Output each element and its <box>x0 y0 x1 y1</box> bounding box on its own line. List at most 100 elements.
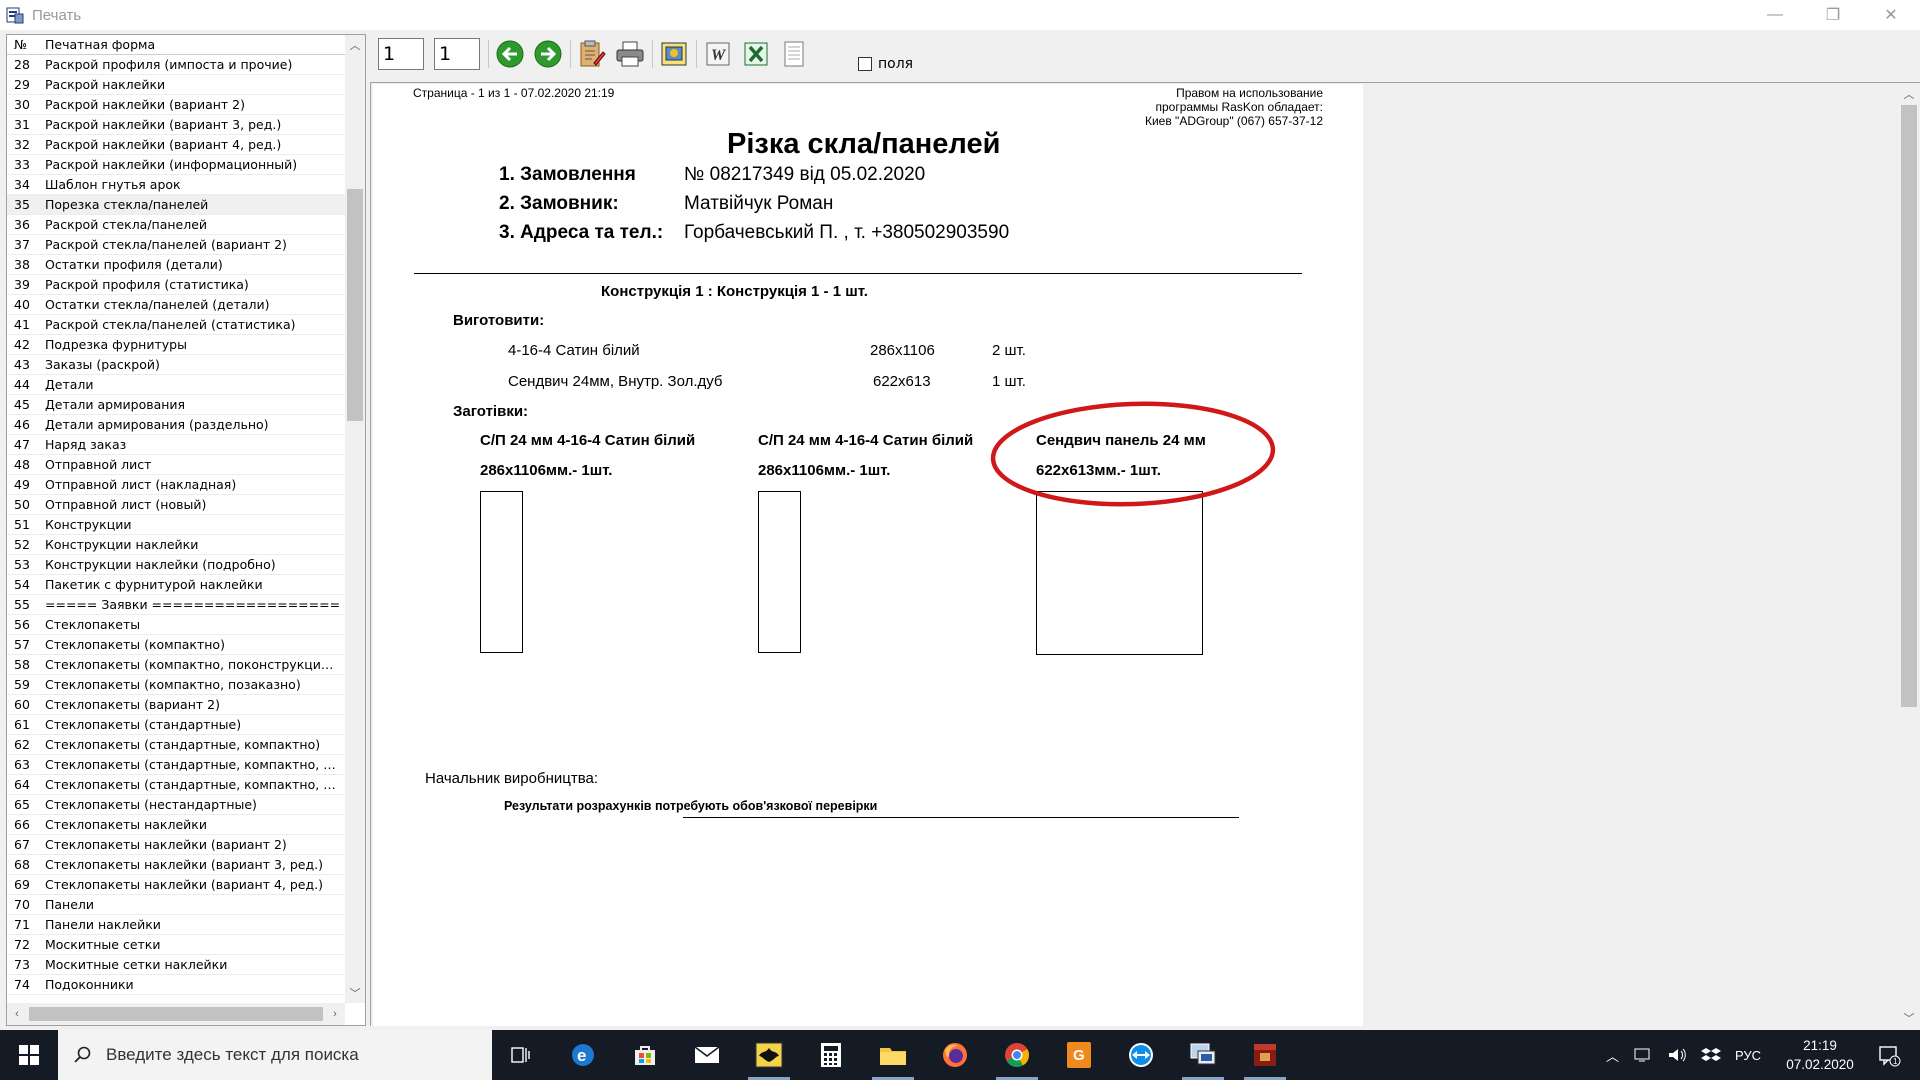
store-icon[interactable] <box>616 1030 674 1080</box>
preview-scroll-down-icon[interactable]: ﹀ <box>1898 1009 1920 1027</box>
list-item[interactable]: 68 Стеклопакеты наклейки (вариант 3, ред.… <box>7 855 345 875</box>
list-item-name: Стеклопакеты (вариант 2) <box>45 697 220 712</box>
list-hscroll-thumb[interactable] <box>29 1007 323 1021</box>
word-export-icon[interactable]: W <box>700 36 736 72</box>
language-indicator[interactable]: РУС <box>1735 1048 1761 1063</box>
task-view-icon[interactable] <box>492 1030 550 1080</box>
list-item[interactable]: 62 Стеклопакеты (стандартные, компактно) <box>7 735 345 755</box>
next-page-arrow-icon[interactable] <box>530 36 566 72</box>
page-to-input[interactable]: 1 <box>434 38 480 70</box>
archive-app-icon[interactable] <box>1236 1030 1294 1080</box>
list-item[interactable]: 69 Стеклопакеты наклейки (вариант 4, ред.… <box>7 875 345 895</box>
list-item[interactable]: 38 Остатки профиля (детали) <box>7 255 345 275</box>
list-item[interactable]: 40 Остатки стекла/панелей (детали) <box>7 295 345 315</box>
list-item[interactable]: 74 Подоконники <box>7 975 345 995</box>
clipboard-edit-icon[interactable] <box>574 36 610 72</box>
list-item[interactable]: 47 Наряд заказ <box>7 435 345 455</box>
list-item[interactable]: 54 Пакетик с фурнитурой наклейки <box>7 575 345 595</box>
firefox-icon[interactable] <box>926 1030 984 1080</box>
preview-scroll-up-icon[interactable]: ︿ <box>1898 85 1920 103</box>
list-item[interactable]: 61 Стеклопакеты (стандартные) <box>7 715 345 735</box>
scroll-left-icon[interactable]: ‹ <box>7 1003 27 1025</box>
list-item[interactable]: 73 Москитные сетки наклейки <box>7 955 345 975</box>
list-horizontal-scrollbar[interactable]: ‹ › <box>7 1003 345 1025</box>
page-from-input[interactable]: 1 <box>378 38 424 70</box>
list-item[interactable]: 70 Панели <box>7 895 345 915</box>
list-item[interactable]: 48 Отправной лист <box>7 455 345 475</box>
windows-start-icon[interactable] <box>0 1030 58 1080</box>
edge-browser-icon[interactable]: e <box>554 1030 612 1080</box>
prev-page-arrow-icon[interactable] <box>492 36 528 72</box>
list-item[interactable]: 45 Детали армирования <box>7 395 345 415</box>
volume-icon[interactable] <box>1667 1047 1687 1063</box>
list-vertical-scrollbar[interactable]: ︿ ﹀ <box>345 35 365 1003</box>
calculator-icon[interactable] <box>802 1030 860 1080</box>
list-item[interactable]: 60 Стеклопакеты (вариант 2) <box>7 695 345 715</box>
list-item[interactable]: 71 Панели наклейки <box>7 915 345 935</box>
list-item[interactable]: 66 Стеклопакеты наклейки <box>7 815 345 835</box>
list-item[interactable]: 34 Шаблон гнутья арок <box>7 175 345 195</box>
list-item[interactable]: 52 Конструкции наклейки <box>7 535 345 555</box>
taskbar-clock[interactable]: 21:19 07.02.2020 <box>1780 1036 1860 1074</box>
restore-button[interactable]: ❐ <box>1804 0 1862 30</box>
list-item[interactable]: 53 Конструкции наклейки (подробно) <box>7 555 345 575</box>
file-explorer-icon[interactable] <box>864 1030 922 1080</box>
list-item[interactable]: 55 ===== Заявки ================== <box>7 595 345 615</box>
list-item[interactable]: 35 Порезка стекла/панелей <box>7 195 345 215</box>
scroll-up-icon[interactable]: ︿ <box>345 35 365 55</box>
show-hidden-icons-icon[interactable]: ︿ <box>1606 1046 1619 1065</box>
fields-checkbox-box[interactable] <box>858 57 872 71</box>
notifications-icon[interactable]: 1 <box>1864 1030 1914 1080</box>
chrome-icon[interactable] <box>988 1030 1046 1080</box>
list-item[interactable]: 50 Отправной лист (новый) <box>7 495 345 515</box>
list-item[interactable]: 51 Конструкции <box>7 515 345 535</box>
list-item[interactable]: 29 Раскрой наклейки <box>7 75 345 95</box>
list-item[interactable]: 31 Раскрой наклейки (вариант 3, ред.) <box>7 115 345 135</box>
list-item[interactable]: 28 Раскрой профиля (импоста и прочие) <box>7 55 345 75</box>
list-item[interactable]: 41 Раскрой стекла/панелей (статистика) <box>7 315 345 335</box>
list-item[interactable]: 67 Стеклопакеты наклейки (вариант 2) <box>7 835 345 855</box>
dropbox-icon[interactable] <box>1701 1047 1722 1063</box>
list-item[interactable]: 57 Стеклопакеты (компактно) <box>7 635 345 655</box>
list-item[interactable]: 36 Раскрой стекла/панелей <box>7 215 345 235</box>
list-scroll-thumb[interactable] <box>347 189 363 421</box>
scroll-down-icon[interactable]: ﹀ <box>345 983 365 1003</box>
mail-icon[interactable] <box>678 1030 736 1080</box>
scroll-right-icon[interactable]: › <box>325 1003 345 1025</box>
list-item[interactable]: 65 Стеклопакеты (нестандартные) <box>7 795 345 815</box>
list-item[interactable]: 37 Раскрой стекла/панелей (вариант 2) <box>7 235 345 255</box>
network-icon[interactable] <box>1633 1047 1653 1063</box>
list-item[interactable]: 39 Раскрой профиля (статистика) <box>7 275 345 295</box>
list-item-name: Детали <box>45 377 94 392</box>
excel-export-icon[interactable] <box>738 36 774 72</box>
list-item[interactable]: 72 Москитные сетки <box>7 935 345 955</box>
list-item-name: Наряд заказ <box>45 437 127 452</box>
taskbar-search-box[interactable]: Введите здесь текст для поиска <box>58 1030 492 1080</box>
list-header[interactable]: № Печатная форма <box>7 35 345 55</box>
list-item[interactable]: 56 Стеклопакеты <box>7 615 345 635</box>
preview-scroll-thumb[interactable] <box>1901 105 1917 707</box>
list-item[interactable]: 58 Стеклопакеты (компактно, поконструкцио… <box>7 655 345 675</box>
printer-icon[interactable] <box>612 36 648 72</box>
close-button[interactable]: ✕ <box>1862 0 1920 30</box>
list-item[interactable]: 63 Стеклопакеты (стандартные, компактно, … <box>7 755 345 775</box>
raskon-app-icon[interactable] <box>740 1030 798 1080</box>
preview-vertical-scrollbar[interactable]: ︿ ﹀ <box>1898 85 1920 1027</box>
list-item[interactable]: 44 Детали <box>7 375 345 395</box>
list-item[interactable]: 32 Раскрой наклейки (вариант 4, ред.) <box>7 135 345 155</box>
list-item[interactable]: 49 Отправной лист (накладная) <box>7 475 345 495</box>
list-item[interactable]: 42 Подрезка фурнитуры <box>7 335 345 355</box>
list-item[interactable]: 64 Стеклопакеты (стандартные, компактно, … <box>7 775 345 795</box>
remote-desktop-icon[interactable] <box>1174 1030 1232 1080</box>
pdf-app-icon[interactable]: G <box>1050 1030 1108 1080</box>
minimize-button[interactable]: — <box>1746 0 1804 30</box>
list-item[interactable]: 59 Стеклопакеты (компактно, позаказно) <box>7 675 345 695</box>
list-item[interactable]: 46 Детали армирования (раздельно) <box>7 415 345 435</box>
image-export-icon[interactable] <box>656 36 692 72</box>
list-item[interactable]: 33 Раскрой наклейки (информационный) <box>7 155 345 175</box>
list-item[interactable]: 30 Раскрой наклейки (вариант 2) <box>7 95 345 115</box>
teamviewer-icon[interactable] <box>1112 1030 1170 1080</box>
fields-checkbox[interactable]: поля <box>858 56 913 72</box>
text-document-icon[interactable] <box>776 36 812 72</box>
list-item[interactable]: 43 Заказы (раскрой) <box>7 355 345 375</box>
